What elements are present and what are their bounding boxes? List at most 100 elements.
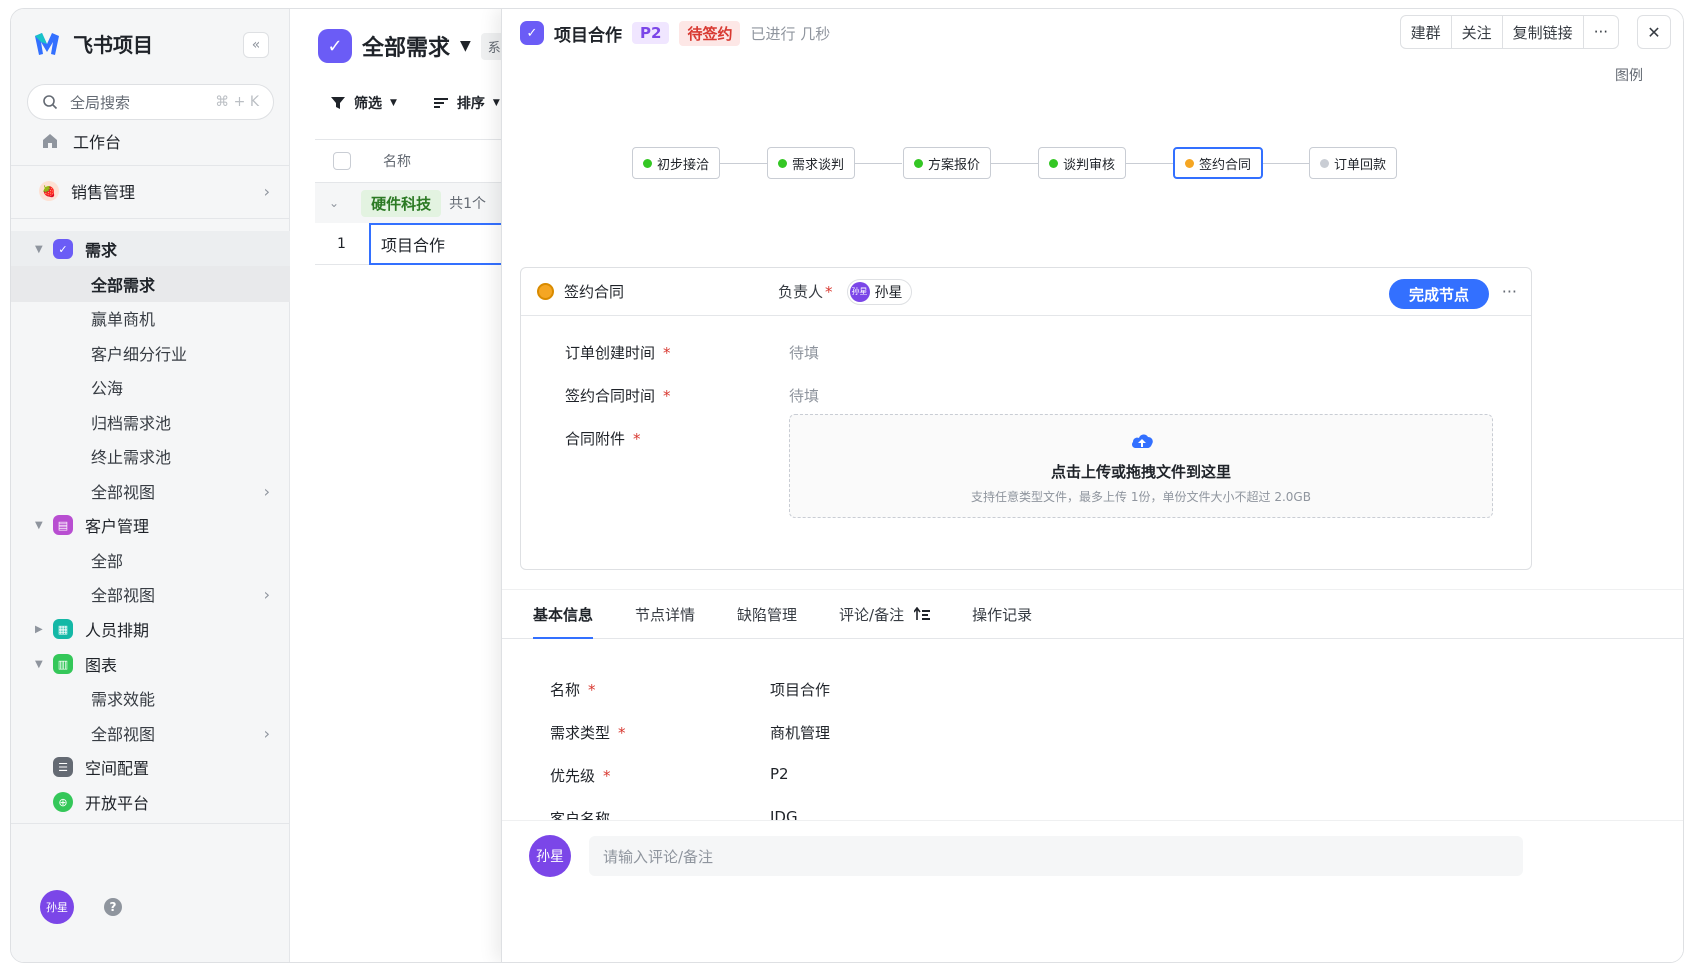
flow-connector	[717, 163, 767, 164]
column-header-name[interactable]: 名称	[383, 151, 411, 171]
required-mark: *	[603, 767, 611, 785]
sidebar-item-space-config[interactable]: ☰ 空间配置	[11, 749, 290, 785]
contract-time-input[interactable]: 待填	[789, 385, 819, 406]
grid-icon: ▦	[53, 619, 73, 639]
group-count: 共1个	[449, 196, 486, 212]
sidebar-section-scheduling[interactable]: ▶ ▦ 人员排期	[11, 611, 290, 647]
legend-button[interactable]: 图例	[1615, 65, 1643, 85]
info-label: 优先级 *	[550, 765, 611, 786]
search-shortcut: ⌘ + K	[215, 94, 259, 110]
view-title-text: 全部需求	[362, 36, 451, 61]
sidebar-item-archived[interactable]: 归档需求池	[11, 404, 290, 440]
name-value[interactable]: 项目合作	[770, 679, 830, 700]
sidebar-item-all-views[interactable]: 全部视图 ›	[11, 715, 290, 751]
sort-button[interactable]: 排序 ▼	[433, 93, 500, 113]
avatar: 孙星	[529, 835, 571, 877]
create-group-button[interactable]: 建群	[1401, 16, 1452, 48]
required-mark: *	[663, 344, 671, 362]
global-search[interactable]: 全局搜索 ⌘ + K	[27, 84, 274, 120]
divider	[11, 218, 290, 219]
tab-basic-info[interactable]: 基本信息	[533, 590, 615, 639]
workflow-diagram: 初步接洽 需求谈判 方案报价 谈判审核 签约合同 订单回款	[502, 139, 1683, 199]
flow-node-current[interactable]: 签约合同	[1173, 147, 1264, 179]
detail-title[interactable]: 项目合作	[554, 21, 622, 46]
upload-title: 点击上传或拖拽文件到这里	[1050, 463, 1231, 481]
filter-button[interactable]: 筛选 ▼	[330, 93, 397, 113]
sidebar-item-label: 销售管理	[71, 183, 136, 202]
done-dot-icon	[778, 158, 787, 168]
upload-cloud-icon	[1132, 434, 1153, 448]
more-actions-button[interactable]: ···	[1584, 16, 1618, 48]
comment-input[interactable]: 请输入评论/备注	[589, 836, 1523, 876]
chevron-down-icon: ⌄	[329, 196, 340, 210]
owner-chip[interactable]: 孙星 孙星	[846, 278, 912, 305]
sidebar-item-all-views[interactable]: 全部视图 ›	[11, 576, 290, 612]
sidebar-item-all[interactable]: 全部	[11, 542, 290, 578]
app-name: 飞书项目	[73, 33, 153, 57]
caret-down-icon: ▼	[390, 98, 397, 108]
requirements-icon: ✓	[53, 239, 73, 259]
close-button[interactable]: ✕	[1637, 15, 1671, 49]
flow-node[interactable]: 谈判审核	[1038, 147, 1127, 179]
sidebar-section-requirements[interactable]: ▼ ✓ 需求	[11, 231, 290, 267]
sidebar-item-all-views[interactable]: 全部视图 ›	[11, 473, 290, 509]
sidebar-section-charts[interactable]: ▼ ▥ 图表	[11, 646, 290, 682]
node-card: 签约合同 负责人 * 孙星 孙星 完成节点 ··· 订单创建时间 * 待填 签约合同时…	[520, 267, 1532, 570]
tab-comments[interactable]: 评论/备注	[839, 590, 952, 638]
tab-defects[interactable]: 缺陷管理	[737, 590, 819, 638]
sidebar-item-label: 全部视图	[91, 586, 156, 605]
divider	[11, 165, 290, 166]
user-avatar[interactable]: 孙星	[40, 890, 74, 924]
priority-badge[interactable]: P2	[632, 22, 670, 44]
upload-dropzone[interactable]: 点击上传或拖拽文件到这里 支持任意类型文件，最多上传 1份，单份文件大小不超过 …	[789, 414, 1493, 518]
status-badge[interactable]: 待签约	[679, 20, 741, 46]
sidebar-item-sales[interactable]: 🍓 销售管理 ›	[11, 173, 290, 209]
help-icon[interactable]: ?	[104, 898, 122, 916]
flow-node[interactable]: 需求谈判	[767, 147, 856, 179]
info-label-text: 优先级	[550, 767, 596, 785]
flow-node-label: 方案报价	[928, 157, 981, 173]
select-all-checkbox[interactable]	[333, 152, 351, 170]
sidebar-section-label: 需求	[85, 241, 118, 260]
flow-node-label: 需求谈判	[792, 157, 845, 173]
order-created-time-input[interactable]: 待填	[789, 342, 819, 363]
sort-up-icon	[914, 607, 931, 620]
tab-label: 评论/备注	[839, 605, 905, 624]
info-label-text: 需求类型	[550, 724, 611, 742]
info-label-text: 名称	[550, 681, 581, 699]
follow-button[interactable]: 关注	[1452, 16, 1503, 48]
sidebar-item-public-pool[interactable]: 公海	[11, 369, 290, 405]
tab-node-details[interactable]: 节点详情	[635, 590, 717, 638]
caret-down-icon: ▼	[35, 519, 43, 531]
priority-value[interactable]: P2	[770, 765, 789, 783]
tab-history[interactable]: 操作记录	[972, 590, 1054, 638]
required-mark: *	[633, 430, 641, 448]
collapse-sidebar-button[interactable]: «	[243, 32, 269, 58]
copy-link-button[interactable]: 复制链接	[1503, 16, 1584, 48]
sidebar-item-won-deals[interactable]: 赢单商机	[11, 300, 290, 336]
field-label-text: 合同附件	[565, 430, 626, 448]
sidebar-item-all-requirements[interactable]: 全部需求	[11, 266, 290, 302]
flow-node[interactable]: 方案报价	[903, 147, 992, 179]
elapsed-time: 已进行 几秒	[750, 24, 831, 43]
complete-node-button[interactable]: 完成节点	[1388, 279, 1489, 309]
type-value[interactable]: 商机管理	[770, 722, 830, 743]
more-icon[interactable]: ···	[1502, 282, 1517, 301]
flow-node[interactable]: 订单回款	[1309, 147, 1398, 179]
owner-label-text: 负责人	[778, 283, 824, 301]
sidebar-item-terminated[interactable]: 终止需求池	[11, 438, 290, 474]
sidebar-item-workbench[interactable]: 工作台	[11, 123, 290, 159]
sidebar-item-segments[interactable]: 客户细分行业	[11, 335, 290, 371]
required-mark: *	[618, 724, 626, 742]
filter-label: 筛选	[354, 96, 382, 112]
flow-node[interactable]: 初步接洽	[632, 147, 721, 179]
sidebar-item-open-platform[interactable]: ⊕ 开放平台	[11, 784, 290, 820]
current-dot-icon	[1185, 158, 1194, 168]
sidebar-section-customers[interactable]: ▼ ▤ 客户管理	[11, 507, 290, 543]
filter-icon	[331, 97, 345, 109]
app-logo: 飞书项目	[33, 29, 153, 58]
sidebar-item-label: 全部视图	[91, 725, 156, 744]
sort-icon	[433, 98, 448, 108]
sidebar-item-efficiency[interactable]: 需求效能	[11, 680, 290, 716]
info-label: 需求类型 *	[550, 722, 626, 743]
